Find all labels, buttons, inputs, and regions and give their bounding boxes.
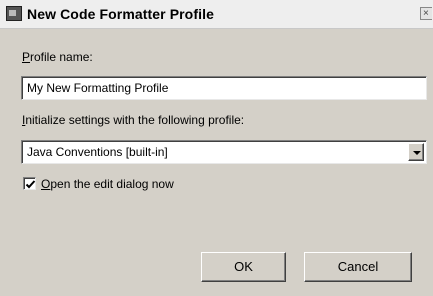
- open-edit-dialog-checkbox[interactable]: [23, 177, 36, 190]
- dialog-title: New Code Formatter Profile: [27, 6, 214, 22]
- ok-button[interactable]: OK: [201, 252, 286, 282]
- initial-profile-selected: Java Conventions [built-in]: [27, 145, 168, 159]
- checkmark-icon: [25, 180, 36, 189]
- cancel-button[interactable]: Cancel: [304, 252, 412, 282]
- initialize-settings-label-text: nitialize settings with the following pr…: [25, 113, 245, 127]
- open-edit-dialog-label[interactable]: Open the edit dialog now: [41, 177, 174, 191]
- close-icon[interactable]: ×: [420, 7, 432, 20]
- profile-name-mnemonic: P: [22, 50, 31, 64]
- new-code-formatter-profile-dialog: New Code Formatter Profile × Profile nam…: [0, 0, 433, 296]
- profile-name-input[interactable]: My New Formatting Profile: [21, 76, 427, 100]
- window-icon: [6, 6, 22, 21]
- title-bar[interactable]: New Code Formatter Profile ×: [0, 0, 433, 29]
- open-edit-dialog-label-text: pen the edit dialog now: [50, 177, 174, 191]
- initialize-settings-label: Initialize settings with the following p…: [22, 113, 244, 127]
- profile-name-label-text: rofile name:: [30, 50, 93, 64]
- initial-profile-dropdown[interactable]: Java Conventions [built-in]: [21, 140, 427, 164]
- open-edit-dialog-mnemonic: O: [41, 177, 51, 191]
- profile-name-label: Profile name:: [22, 50, 93, 64]
- chevron-down-icon[interactable]: [408, 143, 424, 161]
